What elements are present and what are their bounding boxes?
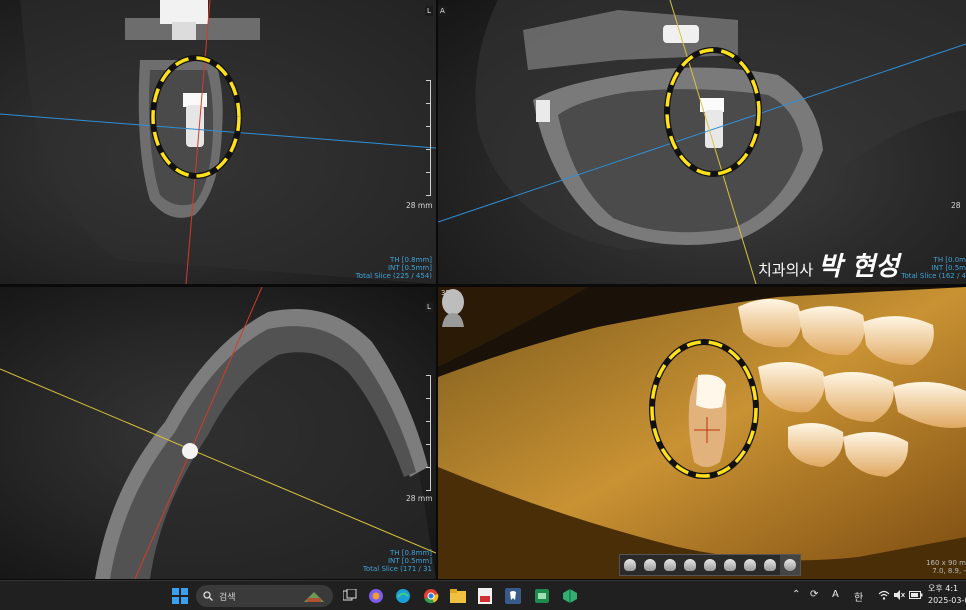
windows-start-icon[interactable] [170, 586, 190, 606]
watermark-prefix: 치과의사 [758, 261, 814, 279]
pdf-app-icon[interactable] [475, 586, 495, 606]
view-front-icon[interactable] [620, 555, 640, 575]
scale-ruler [425, 375, 431, 491]
viewport-3d[interactable]: 3D 160 x 90 m 7.0, 8.9, - [438, 287, 966, 579]
view-top-icon[interactable] [700, 555, 720, 575]
sagittal-scan-image [438, 0, 966, 284]
volume-muted-icon[interactable] [893, 590, 905, 600]
clock-time: 오후 4:1 [928, 584, 959, 593]
scale-measure: 28 mm [406, 494, 433, 503]
scale-measure: 28 mm [406, 201, 433, 210]
3d-volume-render [438, 287, 966, 579]
view-back-icon[interactable] [640, 555, 660, 575]
scale-ruler [425, 80, 431, 196]
taskbar-search-box[interactable]: 검색 [196, 585, 333, 607]
interval-text: INT [0.5m [931, 264, 966, 272]
view-left-icon[interactable] [660, 555, 680, 575]
wifi-icon[interactable] [878, 590, 890, 600]
thickness-text: TH [0.8mm] [390, 256, 432, 264]
3d-info-coords: 7.0, 8.9, - [932, 567, 966, 575]
coronal-scan-image [0, 0, 436, 284]
slice-info: TH [0.0m INT [0.5m Total Slice (162 / 4 [901, 256, 966, 280]
3d-info-size: 160 x 90 m [926, 559, 966, 567]
input-mode-korean[interactable]: 한 [854, 589, 863, 604]
view-skin-icon[interactable] [760, 555, 780, 575]
viewport-coronal[interactable]: L 28 mm TH [0.8mm] INT [0.5mm] Total Sli… [0, 0, 436, 284]
orientation-label: A [438, 6, 447, 16]
orientation-label: L [425, 302, 433, 312]
view-bottom-icon[interactable] [720, 555, 740, 575]
scale-measure: 28 [951, 201, 961, 210]
slice-info: TH [0.8mm] INT [0.5mm] Total Slice (225 … [356, 256, 432, 280]
view-reset-icon[interactable] [780, 555, 800, 575]
thickness-text: TH [0.0m [933, 256, 966, 264]
show-hidden-icons-chevron-icon[interactable]: ⌃ [792, 589, 800, 600]
clock-date: 2025-03-0 [928, 596, 966, 605]
file-explorer-icon[interactable] [448, 586, 468, 606]
interval-text: INT [0.5mm] [387, 264, 432, 272]
windows-taskbar: 검색 ⌃ ⟳ A 한 오후 4:1 2025-03-0 [0, 580, 966, 610]
dentist-watermark: 치과의사 박 현성 [758, 246, 899, 283]
head-orientation-icon[interactable] [438, 287, 468, 327]
interval-text: INT [0.5mm] [387, 557, 432, 565]
copilot-icon[interactable] [366, 586, 386, 606]
total-slice-text: Total Slice (225 / 454) [355, 272, 432, 280]
battery-icon[interactable] [909, 590, 923, 600]
green-app-icon[interactable] [532, 586, 552, 606]
slice-info: TH [0.8mm] INT [0.5mm] Total Slice (171 … [363, 549, 432, 573]
orientation-label: L [425, 6, 433, 16]
dental-app-icon[interactable] [503, 586, 523, 606]
dental-ct-viewer: L 28 mm TH [0.8mm] INT [0.5mm] Total Sli… [0, 0, 966, 610]
total-slice-text: Total Slice (162 / 4 [901, 272, 966, 280]
task-view-icon[interactable] [340, 586, 360, 606]
viewport-axial[interactable]: L 28 mm TH [0.8mm] INT [0.5mm] Total Sli… [0, 287, 436, 579]
watermark-name: 박 현성 [818, 252, 900, 282]
3d-view-toolbar [619, 554, 801, 576]
view-oblique-icon[interactable] [740, 555, 760, 575]
sync-icon[interactable]: ⟳ [810, 589, 818, 600]
edge-icon[interactable] [393, 586, 413, 606]
search-icon [203, 591, 213, 601]
search-placeholder: 검색 [219, 592, 236, 603]
view-right-icon[interactable] [680, 555, 700, 575]
3d-info: 160 x 90 m 7.0, 8.9, - [926, 559, 966, 575]
input-mode-a[interactable]: A [832, 589, 839, 600]
search-highlight-icon [304, 592, 324, 602]
total-slice-text: Total Slice (171 / 31 [362, 565, 432, 573]
thickness-text: TH [0.8mm] [390, 549, 432, 557]
chrome-icon[interactable] [421, 586, 441, 606]
system-clock[interactable]: 오후 4:1 2025-03-0 [928, 583, 966, 607]
viewport-sagittal[interactable]: A 28 치과의사 박 현성 TH [0.0m INT [0.5m Total … [438, 0, 966, 284]
3d-app-icon[interactable] [560, 586, 580, 606]
axial-scan-image [0, 287, 436, 579]
